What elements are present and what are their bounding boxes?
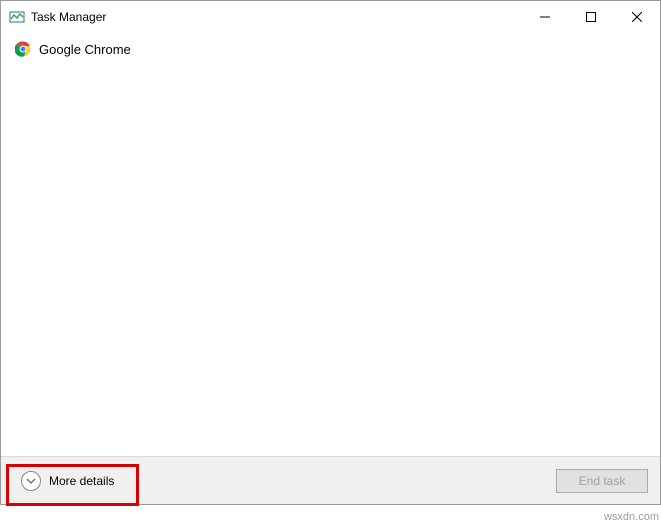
chevron-down-icon bbox=[21, 471, 41, 491]
window-controls bbox=[522, 1, 660, 33]
app-title: Task Manager bbox=[31, 10, 106, 24]
task-manager-icon bbox=[9, 9, 25, 25]
titlebar: Task Manager bbox=[1, 1, 660, 33]
process-name: Google Chrome bbox=[39, 42, 131, 57]
close-button[interactable] bbox=[614, 1, 660, 33]
watermark: wsxdn.com bbox=[604, 511, 659, 523]
process-list: Google Chrome bbox=[1, 33, 660, 456]
more-details-button[interactable]: More details bbox=[13, 465, 122, 497]
end-task-button[interactable]: End task bbox=[556, 469, 648, 493]
task-manager-window: Task Manager bbox=[0, 0, 661, 505]
minimize-button[interactable] bbox=[522, 1, 568, 33]
more-details-label: More details bbox=[49, 474, 114, 488]
process-row[interactable]: Google Chrome bbox=[9, 37, 652, 61]
footer: More details End task bbox=[1, 456, 660, 504]
chrome-icon bbox=[15, 41, 31, 57]
maximize-button[interactable] bbox=[568, 1, 614, 33]
titlebar-left: Task Manager bbox=[1, 9, 522, 25]
